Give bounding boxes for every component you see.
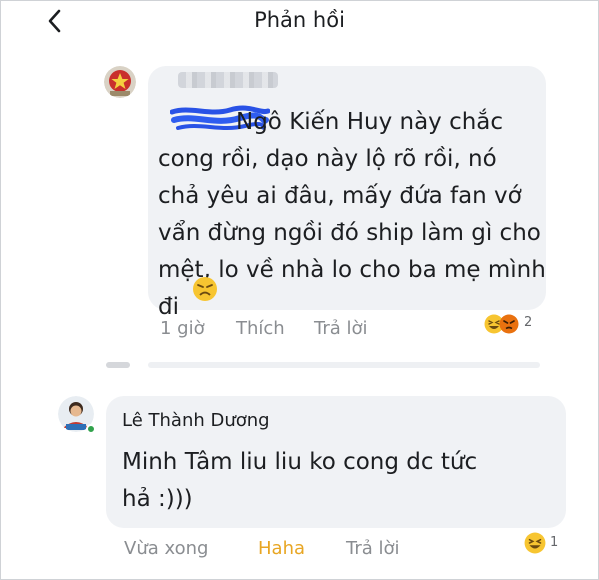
comment-author[interactable]: Lê Thành Dương xyxy=(122,410,270,431)
reaction-summary[interactable]: 2 xyxy=(484,314,544,338)
comment-text: Minh Tâm liu liu ko cong dc tức hả :))) xyxy=(122,449,478,512)
haha-icon xyxy=(524,532,546,554)
angry-icon xyxy=(499,314,519,334)
blurred-author-name xyxy=(178,72,278,88)
reaction-summary[interactable]: 1 xyxy=(524,532,574,556)
online-status-dot xyxy=(86,424,96,434)
reply-button[interactable]: Trả lời xyxy=(314,318,368,339)
comment-time: Vừa xong xyxy=(124,538,209,559)
comment-actions: Vừa xong Haha Trả lời xyxy=(124,538,544,564)
haha-reaction-button[interactable]: Haha xyxy=(258,538,305,559)
page-title: Phản hồi xyxy=(254,8,345,32)
comment-bubble: Ngô Kiến Huy này chắc cong rồi, dạo này … xyxy=(148,66,546,320)
comment-text-line-1: Ngô Kiến Huy này chắc xyxy=(236,109,504,135)
divider xyxy=(148,362,540,368)
divider xyxy=(106,362,130,368)
comment-bubble: Lê Thành Dương Minh Tâm liu liu ko cong … xyxy=(106,396,566,528)
like-button[interactable]: Thích xyxy=(236,318,285,339)
avatar[interactable] xyxy=(104,66,136,98)
reply-button[interactable]: Trả lời xyxy=(346,538,400,559)
header: Phản hồi xyxy=(0,0,599,44)
reaction-count: 1 xyxy=(550,535,559,550)
persevering-face-icon xyxy=(193,277,217,301)
reaction-count: 2 xyxy=(524,315,533,330)
comment-time: 1 giờ xyxy=(160,318,205,339)
